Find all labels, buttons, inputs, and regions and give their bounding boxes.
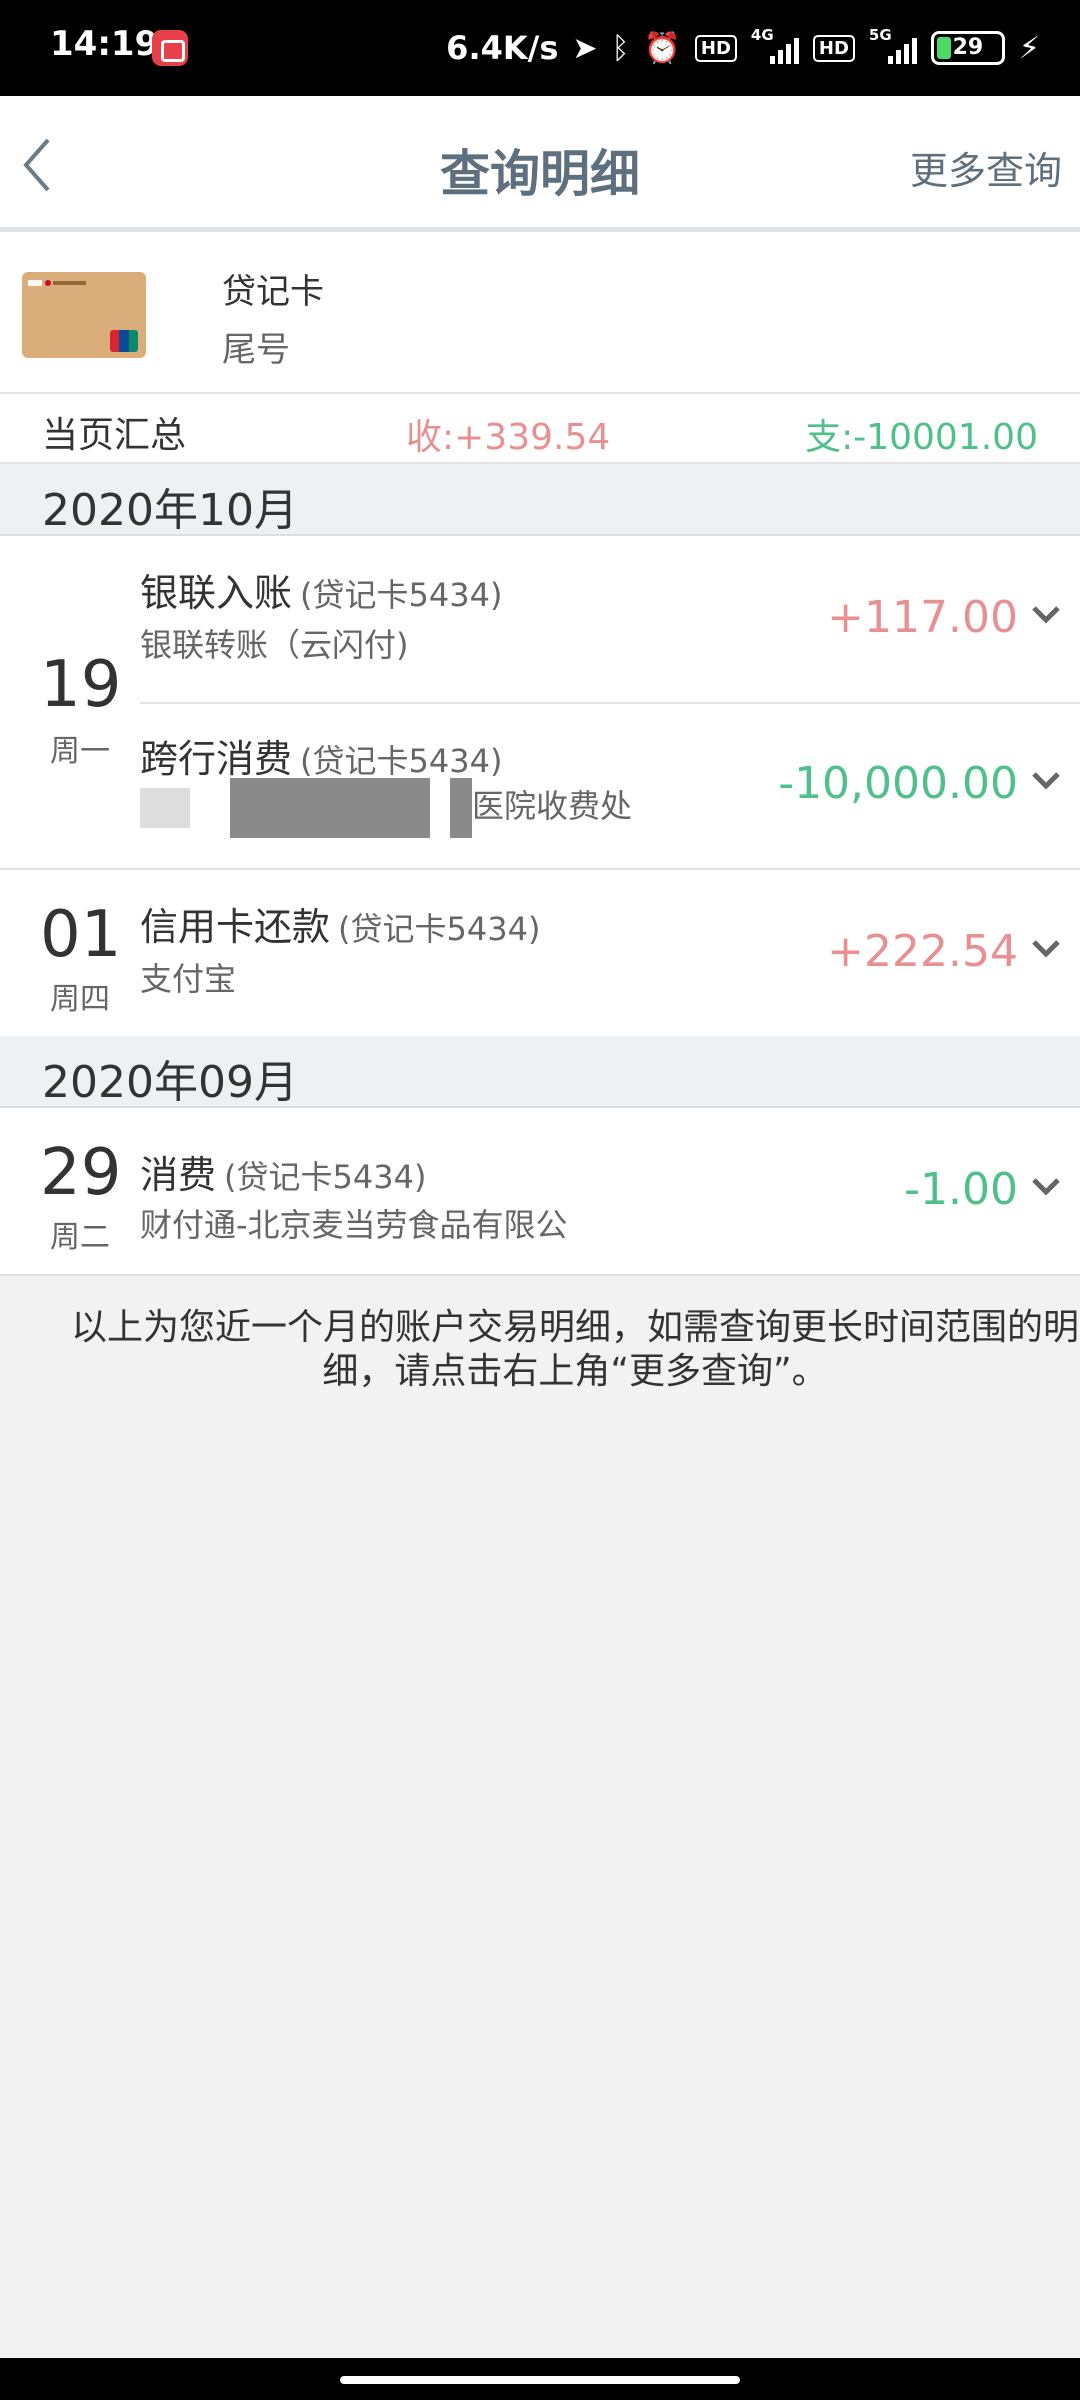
transaction-title: 银联入账 (贷记卡5434) (140, 562, 502, 617)
chevron-down-icon[interactable] (1026, 594, 1066, 634)
transaction-row[interactable]: 信用卡还款 (贷记卡5434) 支付宝 +222.54 (140, 870, 1080, 1036)
transaction-type: 银联入账 (140, 571, 293, 615)
transaction-desc: 银联转账（云闪付) (140, 626, 409, 664)
transaction-title: 消费 (贷记卡5434) (140, 1144, 426, 1199)
card-tail-number: 尾号 (222, 330, 290, 370)
footer-note: 以上为您近一个月的账户交易明细，如需查询更长时间范围的明细，请点击右上角“更多查… (70, 1307, 1079, 1392)
weekday: 周四 (50, 982, 110, 1017)
network-speed: 6.4K/s (446, 29, 559, 67)
transaction-desc: 医院收费处 (472, 787, 633, 825)
status-bar: 14:19 6.4K/s ➤ ᛒ ⏰ HD 4G HD 5G 29 ⚡ (0, 0, 1080, 96)
day-group: 01 周四 信用卡还款 (贷记卡5434) 支付宝 +222.54 (0, 870, 1080, 1036)
card-type: 贷记卡 (222, 272, 324, 312)
transaction-row[interactable]: 消费 (贷记卡5434) 财付通-北京麦当劳食品有限公 -1.00 (140, 1108, 1080, 1274)
day-group: 19 周一 银联入账 (贷记卡5434) 银联转账（云闪付) +117.00 跨行… (0, 536, 1080, 868)
signal-5g-icon: 5G (869, 26, 917, 68)
app-notification-icon (152, 30, 188, 66)
day-number: 01 (40, 898, 122, 972)
chevron-down-icon[interactable] (1026, 1166, 1066, 1206)
redaction-mark (140, 788, 190, 828)
chevron-down-icon[interactable] (1026, 928, 1066, 968)
home-indicator[interactable] (340, 2376, 740, 2384)
summary-income: 收:+339.54 (406, 417, 611, 458)
day-number: 29 (40, 1136, 122, 1210)
signal-4g-icon: 4G (751, 26, 799, 68)
transaction-desc: 支付宝 (140, 960, 237, 998)
charging-icon: ⚡ (1018, 30, 1040, 66)
more-query-button[interactable]: 更多查询 (910, 140, 1062, 195)
transaction-row[interactable]: 跨行消费 (贷记卡5434) 医院收费处 -10,000.00 (140, 702, 1080, 868)
summary-label: 当页汇总 (42, 415, 187, 456)
transaction-desc: 财付通-北京麦当劳食品有限公 (140, 1206, 568, 1244)
month-label: 2020年10月 (42, 485, 298, 536)
transaction-row[interactable]: 银联入账 (贷记卡5434) 银联转账（云闪付) +117.00 (140, 536, 1080, 702)
transaction-type: 跨行消费 (140, 737, 293, 781)
transaction-type: 消费 (140, 1153, 217, 1197)
month-header: 2020年09月 (0, 1036, 1080, 1108)
navigation-bar (0, 2358, 1080, 2400)
transaction-card: (贷记卡5434) (224, 1158, 427, 1196)
battery-icon: 29 (930, 31, 1005, 65)
weekday: 周一 (50, 734, 110, 769)
page-summary: 当页汇总 收:+339.54 支:-10001.00 (0, 394, 1080, 464)
hd-badge: HD (694, 34, 737, 62)
summary-expense: 支:-10001.00 (805, 417, 1038, 458)
month-label: 2020年09月 (42, 1057, 298, 1108)
transaction-desc-redacted: 医院收费处 (140, 778, 632, 838)
bluetooth-icon: ᛒ (611, 30, 630, 66)
nav-bar: 查询明细 更多查询 (0, 96, 1080, 232)
group-divider (0, 1274, 1080, 1276)
transaction-amount: -10,000.00 (778, 758, 1018, 809)
status-indicators: 6.4K/s ➤ ᛒ ⏰ HD 4G HD 5G 29 ⚡ (446, 22, 1040, 74)
day-group: 29 周二 消费 (贷记卡5434) 财付通-北京麦当劳食品有限公 -1.00 (0, 1108, 1080, 1274)
transaction-card: (贷记卡5434) (338, 910, 541, 948)
transaction-amount: +222.54 (827, 926, 1018, 977)
transaction-card: (贷记卡5434) (300, 742, 503, 780)
transaction-type: 信用卡还款 (140, 905, 331, 949)
alarm-icon: ⏰ (643, 30, 681, 66)
transaction-card: (贷记卡5434) (300, 576, 503, 614)
hd-badge: HD (812, 34, 855, 62)
redaction-mark (230, 778, 430, 838)
redaction-mark (450, 778, 472, 838)
card-info: 贷记卡 尾号 (0, 232, 1080, 394)
transaction-amount: -1.00 (904, 1164, 1018, 1215)
transaction-amount: +117.00 (827, 592, 1018, 643)
status-time: 14:19 (50, 24, 159, 64)
transaction-title: 信用卡还款 (贷记卡5434) (140, 896, 540, 951)
bank-card-image (22, 272, 146, 358)
unionpay-icon (110, 330, 138, 352)
transaction-title: 跨行消费 (贷记卡5434) (140, 728, 502, 783)
day-number: 19 (40, 648, 122, 722)
weekday: 周二 (50, 1220, 110, 1255)
location-icon: ➤ (572, 30, 598, 66)
battery-level: 29 (952, 35, 984, 60)
chevron-down-icon[interactable] (1026, 760, 1066, 800)
bank-logo-icon (28, 280, 86, 286)
month-header: 2020年10月 (0, 464, 1080, 536)
